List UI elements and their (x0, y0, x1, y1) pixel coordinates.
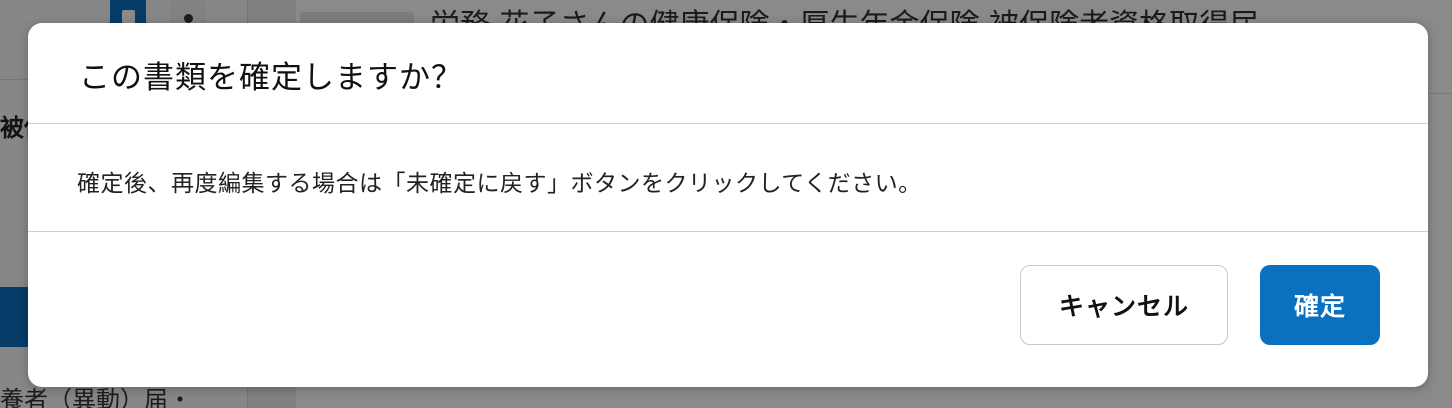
dialog-title: この書類を確定しますか？ (79, 60, 463, 96)
dialog-body: 確定後、再度編集する場合は「未確定に戻す」ボタンをクリックしてください。 (28, 124, 1428, 232)
dialog-message: 確定後、再度編集する場合は「未確定に戻す」ボタンをクリックしてください。 (77, 171, 922, 197)
dialog-header: この書類を確定しますか？ (28, 23, 1428, 124)
cancel-button[interactable]: キャンセル (1020, 265, 1228, 345)
confirm-dialog: この書類を確定しますか？ 確定後、再度編集する場合は「未確定に戻す」ボタンをクリ… (28, 23, 1428, 387)
confirm-button[interactable]: 確定 (1260, 265, 1380, 345)
dialog-footer: キャンセル 確定 (28, 232, 1428, 386)
